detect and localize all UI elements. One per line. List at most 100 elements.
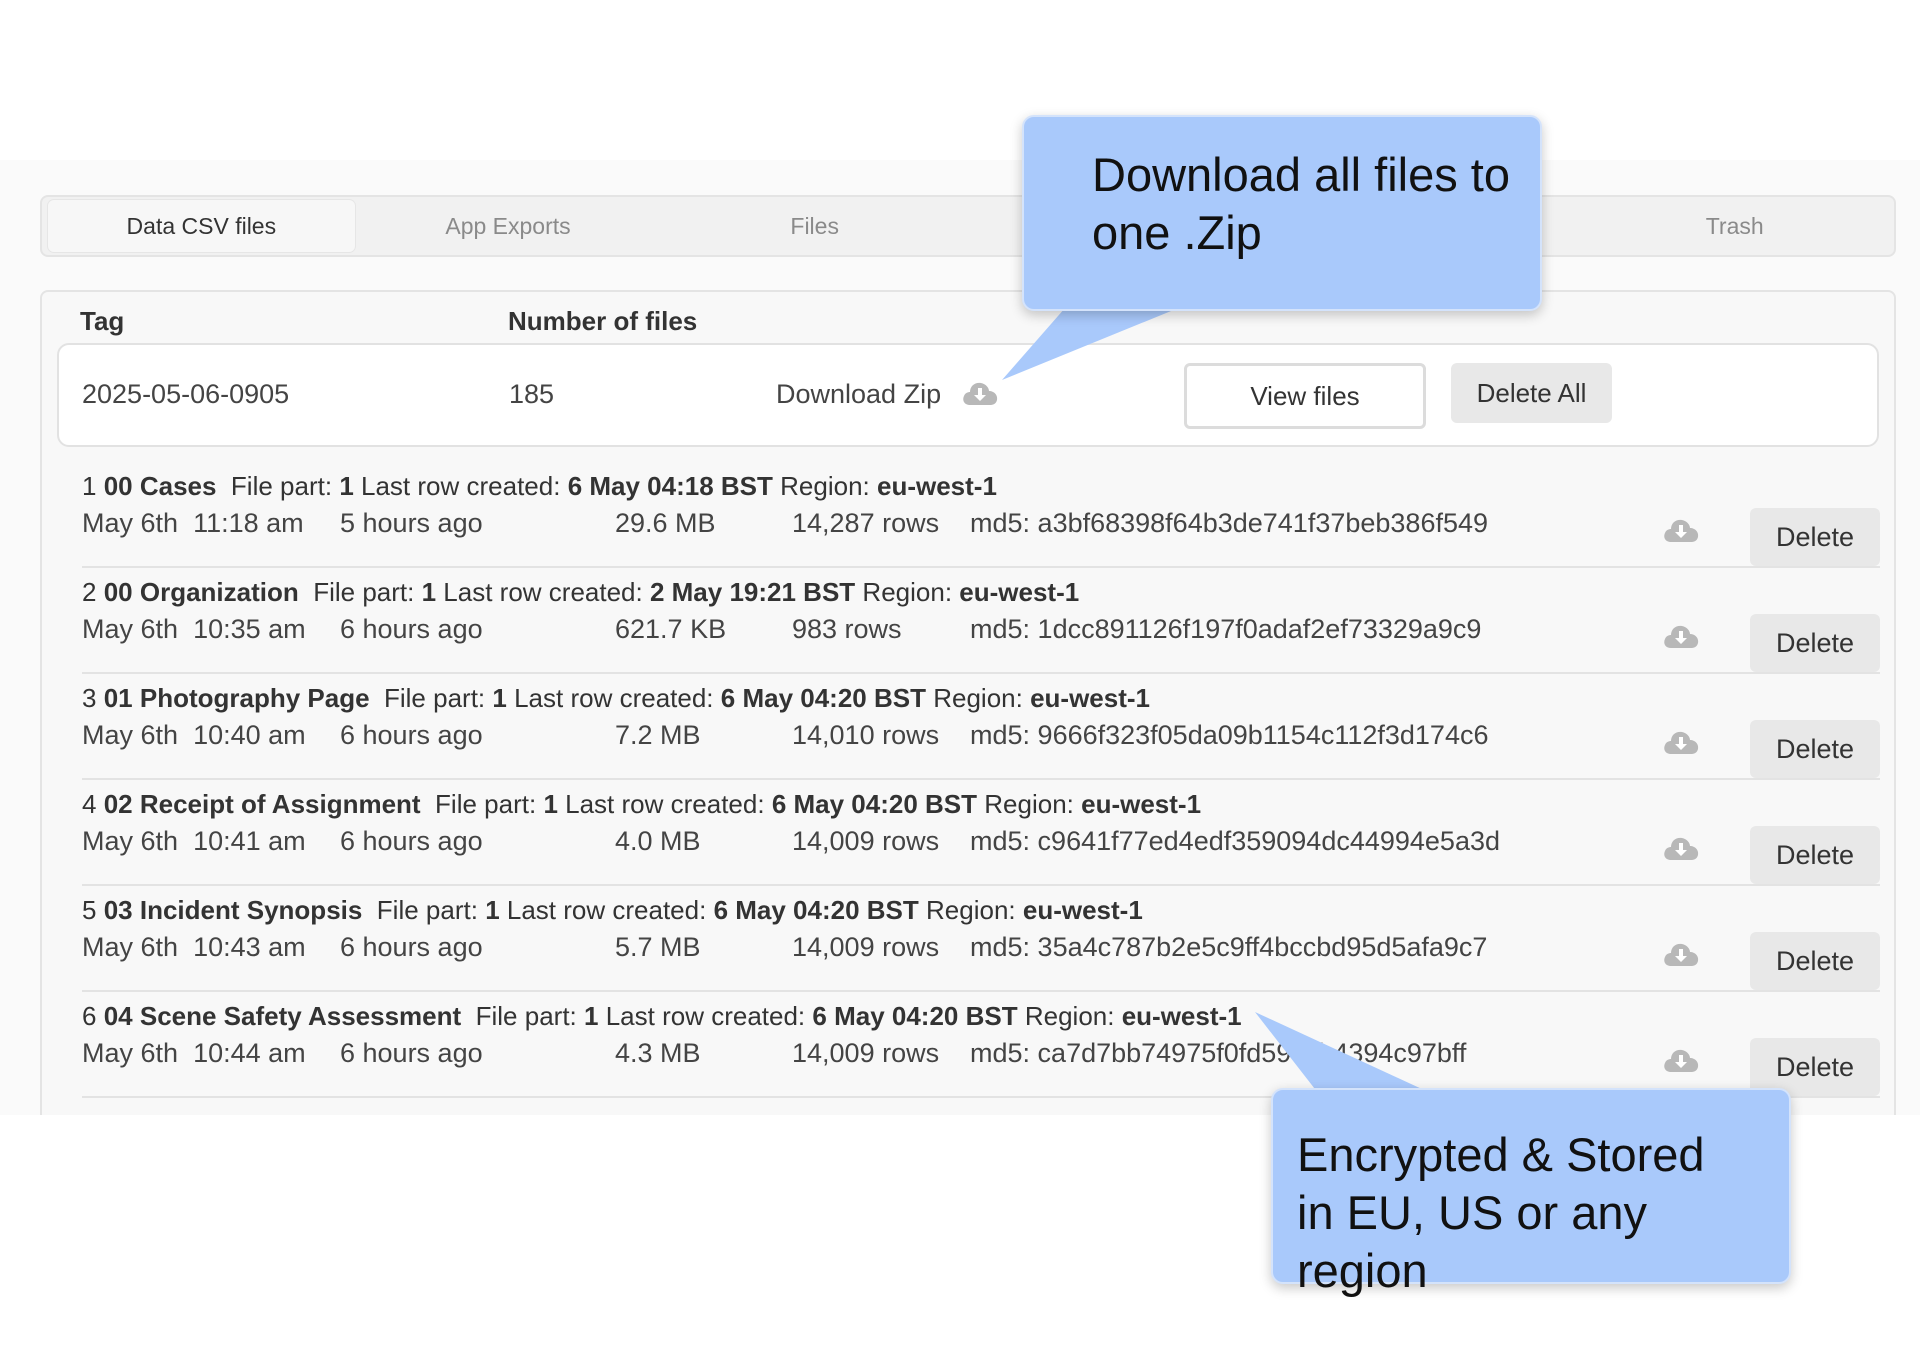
- file-part-label: File part:: [376, 895, 478, 925]
- file-index: 6: [82, 1001, 97, 1031]
- last-row-value: 6 May 04:20 BST: [713, 895, 919, 925]
- delete-all-button[interactable]: Delete All: [1451, 363, 1612, 423]
- file-row: 1 00 Cases File part: 1 Last row created…: [82, 460, 1880, 568]
- download-zip-label: Download Zip: [776, 379, 942, 409]
- file-part-value: 1: [421, 577, 437, 607]
- last-row-label: Last row created:: [443, 577, 643, 607]
- file-size: 4.3 MB: [615, 1038, 701, 1068]
- cloud-download-icon[interactable]: [1662, 516, 1700, 549]
- file-summary: 5 03 Incident Synopsis File part: 1 Last…: [82, 894, 1143, 926]
- cloud-download-icon[interactable]: [1662, 1046, 1700, 1079]
- file-row: 6 04 Scene Safety Assessment File part: …: [82, 990, 1880, 1098]
- file-md5: md5: 35a4c787b2e5c9ff4bccbd95d5afa9c7: [970, 932, 1488, 962]
- cloud-download-icon[interactable]: [961, 379, 999, 414]
- last-row-label: Last row created:: [361, 471, 561, 501]
- file-index: 1: [82, 471, 97, 501]
- file-date: May 6th 10:35 am: [82, 614, 306, 644]
- cloud-download-icon[interactable]: [1662, 728, 1700, 761]
- tab-bar: Data CSV files App Exports Files Trash: [40, 195, 1896, 257]
- last-row-label: Last row created:: [605, 1001, 806, 1031]
- file-age: 6 hours ago: [340, 932, 483, 962]
- column-header-tag: Tag: [80, 306, 125, 336]
- file-index: 2: [82, 577, 97, 607]
- file-part-label: File part:: [435, 789, 537, 819]
- file-summary: 3 01 Photography Page File part: 1 Last …: [82, 682, 1150, 714]
- file-part-label: File part:: [313, 577, 415, 607]
- file-row: 3 01 Photography Page File part: 1 Last …: [82, 672, 1880, 780]
- region-value: eu-west-1: [1121, 1001, 1242, 1031]
- cloud-download-icon[interactable]: [1662, 834, 1700, 867]
- last-row-label: Last row created:: [514, 683, 714, 713]
- file-name: 00 Organization: [103, 577, 299, 607]
- region-label: Region:: [780, 471, 870, 501]
- file-rows: 14,009 rows: [792, 1038, 940, 1068]
- file-md5: md5: 9666f323f05da09b1154c112f3d174c6: [970, 720, 1489, 750]
- file-part-label: File part:: [384, 683, 486, 713]
- file-rows: 14,009 rows: [792, 932, 940, 962]
- file-md5: md5: 1dcc891126f197f0adaf2ef73329a9c9: [970, 614, 1482, 644]
- file-part-value: 1: [543, 789, 558, 819]
- file-row: 5 03 Incident Synopsis File part: 1 Last…: [82, 884, 1880, 992]
- region-value: eu-west-1: [1022, 895, 1143, 925]
- delete-button[interactable]: Delete: [1750, 826, 1880, 884]
- file-index: 5: [82, 895, 97, 925]
- callout-text: Encrypted & Stored: [1297, 1128, 1705, 1181]
- file-size: 4.0 MB: [615, 826, 701, 856]
- region-label: Region:: [984, 789, 1074, 819]
- column-header-number-of-files: Number of files: [508, 306, 698, 336]
- file-age: 5 hours ago: [340, 508, 483, 538]
- callout-text: in EU, US or any region: [1297, 1186, 1648, 1297]
- file-name: 02 Receipt of Assignment: [103, 789, 421, 819]
- file-part-value: 1: [584, 1001, 599, 1031]
- download-zip-link[interactable]: Download Zip: [776, 378, 999, 414]
- file-row: 2 00 Organization File part: 1 Last row …: [82, 566, 1880, 674]
- last-row-value: 2 May 19:21 BST: [649, 577, 856, 607]
- callout-download-zip: Download all files to one .Zip: [1022, 115, 1542, 311]
- delete-button[interactable]: Delete: [1750, 508, 1880, 566]
- file-part-value: 1: [339, 471, 354, 501]
- last-row-value: 6 May 04:20 BST: [720, 683, 926, 713]
- region-value: eu-west-1: [1081, 789, 1202, 819]
- view-files-button[interactable]: View files: [1184, 363, 1426, 429]
- file-age: 6 hours ago: [340, 1038, 483, 1068]
- file-size: 29.6 MB: [615, 508, 716, 538]
- region-label: Region:: [1024, 1001, 1115, 1031]
- tab-trash[interactable]: Trash: [1581, 200, 1888, 252]
- file-size: 7.2 MB: [615, 720, 701, 750]
- tab-data-csv-files[interactable]: Data CSV files: [48, 200, 355, 252]
- file-part-label: File part:: [475, 1001, 577, 1031]
- cloud-download-icon[interactable]: [1662, 940, 1700, 973]
- callout-pointer: [1002, 300, 1198, 380]
- delete-button[interactable]: Delete: [1750, 932, 1880, 990]
- file-date: May 6th 10:41 am: [82, 826, 306, 856]
- last-row-value: 6 May 04:18 BST: [567, 471, 773, 501]
- file-index: 3: [82, 683, 97, 713]
- file-rows: 14,009 rows: [792, 826, 940, 856]
- region-value: eu-west-1: [877, 471, 997, 501]
- delete-button[interactable]: Delete: [1750, 614, 1880, 672]
- file-size: 5.7 MB: [615, 932, 701, 962]
- last-row-value: 6 May 04:20 BST: [812, 1001, 1018, 1031]
- callout-encryption-region: Encrypted & Stored in EU, US or any regi…: [1271, 1088, 1791, 1297]
- file-name: 03 Incident Synopsis: [103, 895, 363, 925]
- last-row-label: Last row created:: [565, 789, 765, 819]
- region-label: Region:: [862, 577, 953, 607]
- file-part-label: File part:: [230, 471, 333, 501]
- file-count: 185: [509, 379, 555, 409]
- tab-app-exports[interactable]: App Exports: [355, 200, 662, 252]
- file-row: 4 02 Receipt of Assignment File part: 1 …: [82, 778, 1880, 886]
- last-row-label: Last row created:: [506, 895, 707, 925]
- region-label: Region:: [926, 895, 1016, 925]
- file-date: May 6th 10:44 am: [82, 1038, 306, 1068]
- file-summary: 2 00 Organization File part: 1 Last row …: [82, 576, 1079, 608]
- tab-files[interactable]: Files: [661, 200, 968, 252]
- file-summary: 1 00 Cases File part: 1 Last row created…: [82, 470, 997, 502]
- file-age: 6 hours ago: [340, 826, 483, 856]
- region-value: eu-west-1: [959, 577, 1080, 607]
- delete-button[interactable]: Delete: [1750, 720, 1880, 778]
- file-md5: md5: a3bf68398f64b3de741f37beb386f549: [970, 508, 1489, 538]
- file-rows: 983 rows: [792, 614, 902, 644]
- file-rows: 14,287 rows: [792, 508, 940, 538]
- file-summary: 6 04 Scene Safety Assessment File part: …: [82, 1000, 1242, 1032]
- cloud-download-icon[interactable]: [1662, 622, 1700, 655]
